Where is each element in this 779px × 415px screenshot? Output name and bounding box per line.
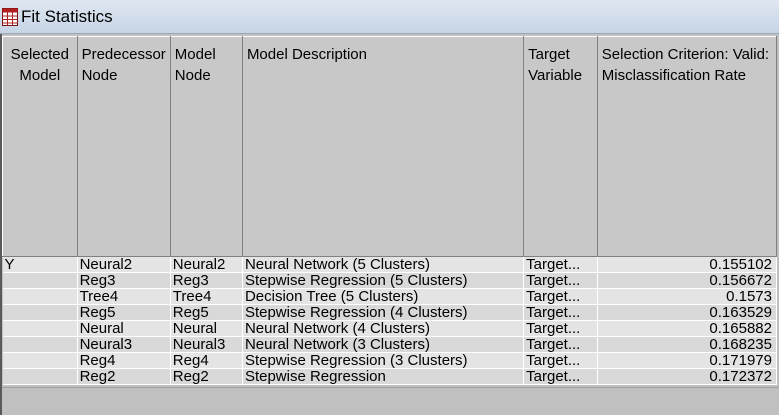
- cell-criterion: 0.156672: [597, 272, 777, 289]
- cell-description: Neural Network (4 Clusters): [242, 320, 525, 337]
- cell-selected: [2, 336, 78, 353]
- table-row[interactable]: Reg3 Reg3 Stepwise Regression (5 Cluster…: [2, 272, 777, 289]
- cell-description: Stepwise Regression: [242, 368, 525, 385]
- column-header-predecessor-node[interactable]: Predecessor Node: [76, 36, 171, 257]
- cell-description: Neural Network (5 Clusters): [242, 256, 525, 273]
- cell-selected: Y: [2, 256, 78, 273]
- cell-selected: [2, 352, 78, 369]
- cell-model-node: Reg3: [170, 272, 243, 289]
- cell-criterion: 0.1573: [597, 288, 777, 305]
- cell-predecessor: Reg4: [77, 352, 171, 369]
- cell-predecessor: Reg5: [77, 304, 171, 321]
- table-icon: [2, 8, 18, 26]
- cell-target: Target...: [523, 336, 598, 353]
- cell-model-node: Reg2: [170, 368, 243, 385]
- column-header-model-node[interactable]: Model Node: [169, 36, 243, 257]
- cell-target: Target...: [523, 304, 598, 321]
- horizontal-scroll-area: [2, 387, 779, 415]
- table-row[interactable]: Reg5 Reg5 Stepwise Regression (4 Cluster…: [2, 304, 777, 321]
- title-bar: Fit Statistics: [0, 0, 779, 34]
- cell-model-node: Tree4: [170, 288, 243, 305]
- cell-model-node: Neural2: [170, 256, 243, 273]
- cell-target: Target...: [523, 352, 598, 369]
- cell-target: Target...: [523, 368, 598, 385]
- cell-selected: [2, 320, 78, 337]
- cell-criterion: 0.172372: [597, 368, 777, 385]
- cell-selected: [2, 304, 78, 321]
- cell-selected: [2, 288, 78, 305]
- cell-criterion: 0.168235: [597, 336, 777, 353]
- cell-predecessor: Tree4: [77, 288, 171, 305]
- cell-target: Target...: [523, 288, 598, 305]
- cell-predecessor: Reg3: [77, 272, 171, 289]
- table-row[interactable]: Y Neural2 Neural2 Neural Network (5 Clus…: [2, 256, 777, 273]
- cell-selected: [2, 368, 78, 385]
- column-header-selected-model[interactable]: Selected Model: [2, 36, 78, 257]
- fit-statistics-table[interactable]: Selected Model Predecessor Node Model No…: [2, 36, 777, 387]
- cell-target: Target...: [523, 272, 598, 289]
- cell-description: Decision Tree (5 Clusters): [242, 288, 525, 305]
- table-row[interactable]: Reg2 Reg2 Stepwise Regression Target... …: [2, 368, 777, 385]
- column-header-selection-criterion[interactable]: Selection Criterion: Valid: Misclassific…: [596, 36, 777, 257]
- cell-criterion: 0.155102: [597, 256, 777, 273]
- table-row[interactable]: Tree4 Tree4 Decision Tree (5 Clusters) T…: [2, 288, 777, 305]
- cell-model-node: Neural: [170, 320, 243, 337]
- cell-predecessor: Neural3: [77, 336, 171, 353]
- table-row[interactable]: Neural Neural Neural Network (4 Clusters…: [2, 320, 777, 337]
- cell-description: Stepwise Regression (5 Clusters): [242, 272, 525, 289]
- table-row[interactable]: Reg4 Reg4 Stepwise Regression (3 Cluster…: [2, 352, 777, 369]
- cell-description: Stepwise Regression (4 Clusters): [242, 304, 525, 321]
- window-title: Fit Statistics: [21, 7, 113, 26]
- cell-predecessor: Neural: [77, 320, 171, 337]
- table-row[interactable]: Neural3 Neural3 Neural Network (3 Cluste…: [2, 336, 777, 353]
- cell-description: Stepwise Regression (3 Clusters): [242, 352, 525, 369]
- cell-description: Neural Network (3 Clusters): [242, 336, 525, 353]
- cell-predecessor: Reg2: [77, 368, 171, 385]
- cell-criterion: 0.165882: [597, 320, 777, 337]
- cell-model-node: Neural3: [170, 336, 243, 353]
- cell-target: Target...: [523, 320, 598, 337]
- cell-criterion: 0.171979: [597, 352, 777, 369]
- cell-model-node: Reg4: [170, 352, 243, 369]
- cell-selected: [2, 272, 78, 289]
- column-header-model-description[interactable]: Model Description: [241, 36, 525, 257]
- column-header-target-variable[interactable]: Target Variable: [523, 36, 598, 257]
- cell-criterion: 0.163529: [597, 304, 777, 321]
- cell-predecessor: Neural2: [77, 256, 171, 273]
- cell-target: Target...: [523, 256, 598, 273]
- cell-model-node: Reg5: [170, 304, 243, 321]
